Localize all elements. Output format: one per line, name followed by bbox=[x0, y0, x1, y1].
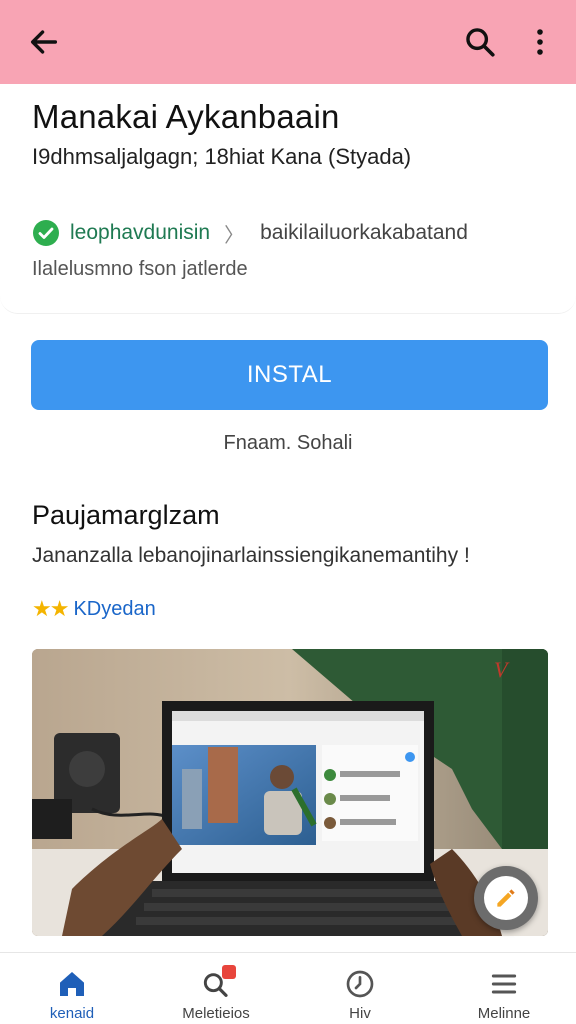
back-button[interactable] bbox=[22, 20, 66, 64]
nav-item-search[interactable]: Meletieios bbox=[144, 953, 288, 1024]
section-description: Jananzalla lebanojinarlainssiengikaneman… bbox=[32, 544, 470, 567]
notification-badge bbox=[222, 965, 236, 979]
hero-image[interactable]: V bbox=[32, 649, 548, 936]
app-title: Manakai Aykanbaain bbox=[32, 98, 340, 135]
nav-item-menu[interactable]: Melinne bbox=[432, 953, 576, 1024]
nav-item-history[interactable]: Hiv bbox=[288, 953, 432, 1024]
nav-label-menu: Melinne bbox=[477, 1005, 531, 1022]
section-title: Paujamarglzam bbox=[32, 500, 220, 530]
edit-fab[interactable] bbox=[474, 866, 538, 930]
menu-icon bbox=[491, 974, 517, 994]
chevron-right-icon: 〉 bbox=[224, 224, 245, 247]
nav-label-search: Meletieios bbox=[182, 1005, 250, 1022]
star-rating-icon: ★★ bbox=[32, 596, 69, 621]
search-icon bbox=[466, 28, 495, 57]
pencil-icon bbox=[497, 889, 515, 907]
home-icon bbox=[60, 972, 84, 996]
more-options-button[interactable] bbox=[518, 20, 562, 64]
laptop-photo: V bbox=[32, 649, 548, 936]
arrow-left-icon bbox=[30, 30, 58, 54]
more-vertical-icon bbox=[537, 29, 543, 55]
search-button[interactable] bbox=[458, 20, 502, 64]
clock-icon bbox=[346, 970, 374, 998]
nav-item-home[interactable]: kenaid bbox=[0, 953, 144, 1024]
install-button[interactable]: INSTAL bbox=[31, 340, 548, 410]
app-note: Ilalelusmno fson jatlerde bbox=[32, 258, 248, 280]
check-circle-icon bbox=[33, 220, 59, 246]
nav-label-home: kenaid bbox=[49, 1005, 95, 1022]
app-bar bbox=[0, 0, 576, 84]
developer-category: baikilailuorkakabatand bbox=[260, 221, 468, 244]
developer-name[interactable]: leophavdunisin bbox=[70, 221, 210, 245]
app-subtitle: I9dhmsaljalgagn; 18hiat Kana (Styada) bbox=[32, 144, 412, 169]
developer-row[interactable]: leophavdunisin 〉 baikilailuorkakabatand bbox=[32, 218, 468, 248]
bottom-navigation: kenaid Meletieios Hiv Melinne bbox=[0, 952, 576, 1024]
rating-row[interactable]: ★★ KDyedan bbox=[32, 594, 156, 624]
rating-label[interactable]: KDyedan bbox=[73, 598, 155, 621]
install-caption: Fnaam. Sohali bbox=[223, 432, 353, 454]
nav-label-history: Hiv bbox=[349, 1005, 371, 1022]
